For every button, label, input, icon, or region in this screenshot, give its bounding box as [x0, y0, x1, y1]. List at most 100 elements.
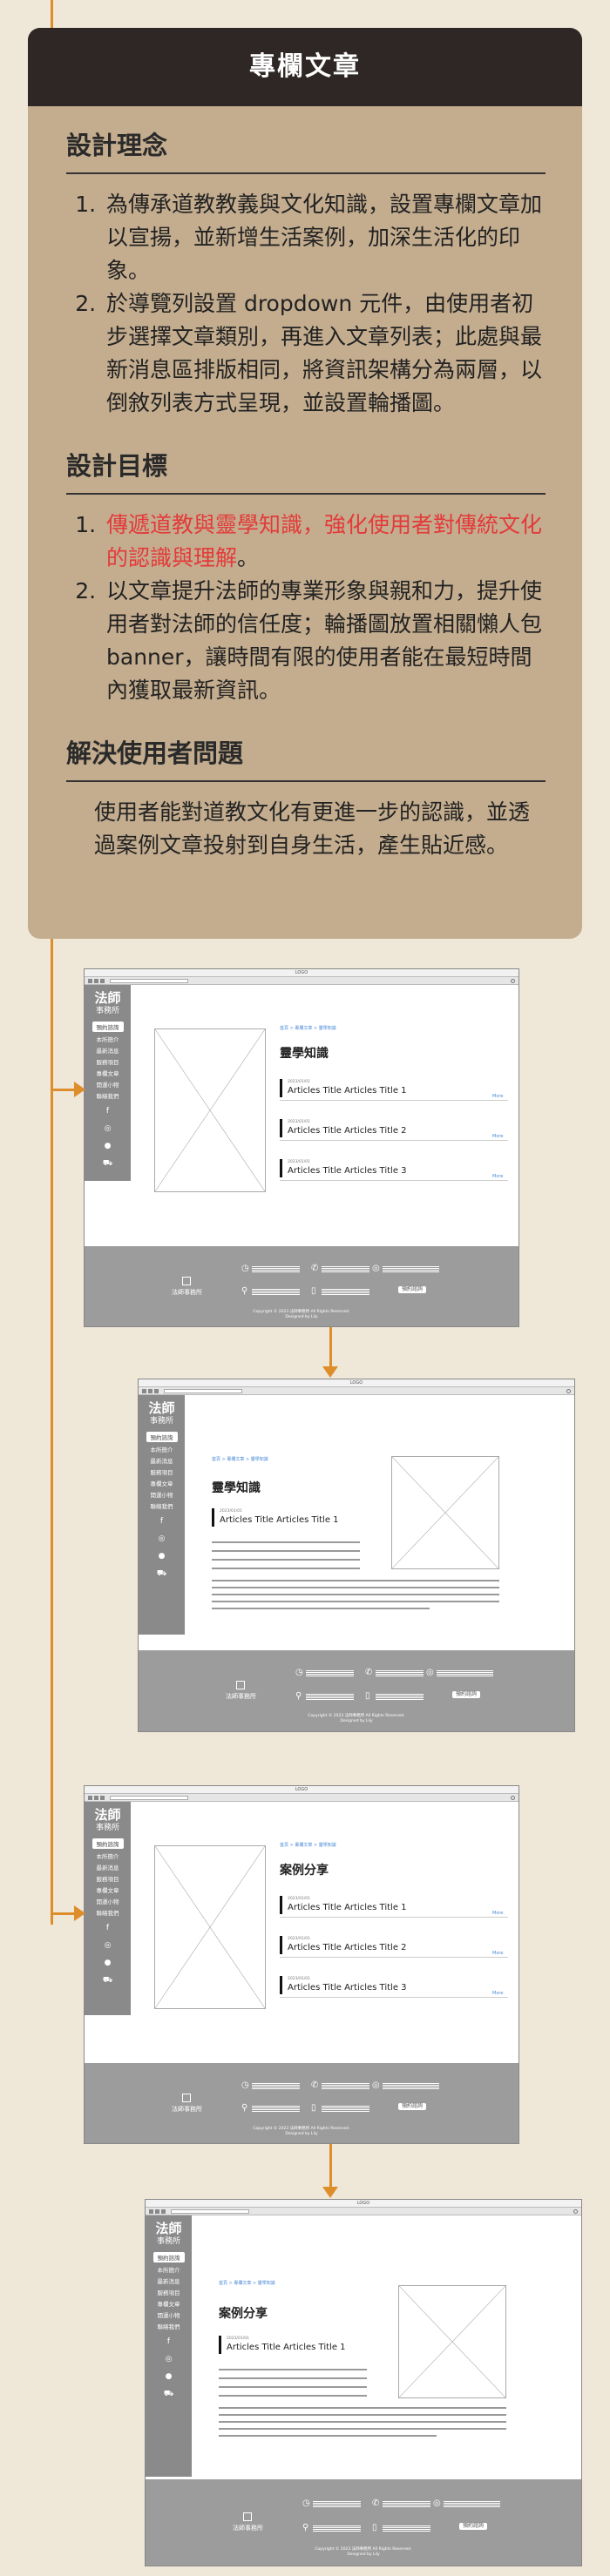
browser-toolbar	[139, 1387, 574, 1395]
site-logo: 法師	[155, 2221, 182, 2236]
divider	[280, 1957, 508, 1958]
nav-item: 最新消息	[157, 2278, 180, 2285]
user-icon: ●	[158, 1552, 166, 1561]
site-logo-sub: 事務所	[95, 1824, 119, 1832]
contact-info	[306, 1670, 354, 1677]
breadcrumb: 首頁 > 專欄文章 > 靈學知識	[280, 1843, 336, 1848]
mobile-icon: ▯	[365, 1690, 370, 1701]
contact-info	[376, 1693, 424, 1700]
clock-icon: ◷	[302, 2498, 310, 2508]
nav-item: 開運小物	[157, 2312, 180, 2319]
card-title: 專欄文章	[28, 28, 582, 106]
forward-icon	[94, 978, 98, 983]
copyright: Copyright © 2023 法師事務所 All Rights Reserv…	[315, 2547, 412, 2558]
back-icon	[149, 2208, 153, 2214]
article-title: Articles Title Articles Title 2	[288, 1943, 407, 1952]
forward-icon	[148, 1388, 152, 1393]
text-line	[212, 1541, 360, 1543]
wireframe-case-detail: LOGO 法師 事務所 預約諮詢 本所簡介 最新消息 服務項目 專欄文章 開運小物 聯絡我們 f ◎ ●…	[145, 2199, 582, 2566]
copyright: Copyright © 2023 法師事務所 All Rights Reserv…	[253, 2126, 350, 2136]
nav-item: 服務項目	[157, 2289, 180, 2296]
forward-icon	[155, 2208, 159, 2214]
footer-logo-text: 法師事務所	[172, 2105, 202, 2113]
user-problem-text: 使用者能對道教文化有更進一步的認識，並透過案例文章投射到自身生活，產生貼近感。	[94, 799, 531, 858]
article-date: 2023/01/01	[288, 1937, 310, 1941]
back-icon	[142, 1388, 146, 1393]
home-icon	[100, 978, 105, 983]
footer-booking-button: 預約諮詢	[459, 2522, 488, 2530]
nav-item: 聯絡我們	[96, 1093, 119, 1100]
contact-info	[313, 2525, 361, 2532]
site-footer: 法師事務所 ◷ ✆ ◎ ⚲ ▯ 預約諮詢 Copyright © 2023 法師事務所 All…	[85, 1246, 518, 1326]
image-placeholder	[391, 1456, 499, 1569]
design-concept-title: 設計理念	[66, 125, 546, 174]
cart-icon: ⛟	[156, 1569, 167, 1578]
list-item: 傳遞道教與靈學知識，強化使用者對傳統文化的認識與理解。	[103, 509, 546, 575]
mobile-icon: ▯	[311, 2103, 316, 2113]
search-icon	[511, 978, 515, 983]
article-item: 2023/01/01 Articles Title Articles Title …	[280, 1079, 407, 1097]
footer-booking-button: 預約諮詢	[452, 1690, 481, 1698]
wireframe-case-list: LOGO 法師 事務所 預約諮詢 本所簡介 最新消息 服務項目 專欄文章 開運小物 聯絡我們 f ◎ ●…	[84, 1785, 519, 2144]
clock-icon: ◷	[241, 1264, 249, 1274]
text-line	[219, 2377, 367, 2379]
contact-info	[322, 2106, 369, 2112]
nav-item: 本所簡介	[96, 1853, 119, 1860]
nav-item: 本所簡介	[157, 2267, 180, 2274]
browser-toolbar	[85, 1794, 518, 1802]
site-footer: 法師事務所 ◷ ✆ ◎ ⚲ ▯ 預約諮詢 Copyright © 2023 法師事務所 All…	[139, 1650, 574, 1731]
contact-info	[383, 2083, 439, 2090]
footer-logo-text: 法師事務所	[233, 2525, 263, 2532]
instagram-icon: ◎	[104, 1941, 112, 1950]
booking-button: 預約諮詢	[92, 1022, 124, 1032]
article-date: 2023/01/01	[288, 1160, 310, 1164]
contact-info	[313, 2500, 361, 2507]
search-icon	[511, 1795, 515, 1800]
window-title: LOGO	[146, 2200, 581, 2208]
article-date: 2023/01/01	[220, 1509, 242, 1514]
section-heading: 案例分享	[219, 2307, 268, 2321]
site-logo-sub: 事務所	[95, 1007, 119, 1015]
text-line	[219, 2386, 367, 2388]
more-link: More	[492, 1174, 504, 1179]
list-item: 以文章提升法師的專業形象與親和力，提升使用者對法師的信任度；輪播圖放置相關懶人包…	[103, 575, 546, 707]
list-item: 於導覽列設置 dropdown 元件，由使用者初步選擇文章類別，再進入文章列表；…	[103, 287, 546, 420]
text-line	[212, 1587, 499, 1588]
article-title: Articles Title Articles Title 3	[288, 1983, 407, 1993]
nav-item: 專欄文章	[96, 1887, 119, 1894]
nav-item: 服務項目	[96, 1876, 119, 1883]
location-icon: ⚲	[295, 1690, 302, 1701]
timeline-arrow-icon	[51, 1905, 85, 1921]
url-bar	[110, 1795, 188, 1800]
site-logo: 法師	[148, 1400, 175, 1416]
site-logo: 法師	[94, 990, 121, 1006]
location-icon: ⚲	[302, 2522, 309, 2532]
contact-info	[306, 1693, 354, 1700]
more-link: More	[492, 1951, 504, 1956]
nav-item: 開運小物	[96, 1082, 119, 1089]
cart-icon: ⛟	[163, 2390, 174, 2398]
contact-info	[322, 1266, 369, 1273]
article-item: 2023/01/01 Articles Title Articles Title …	[280, 1896, 407, 1914]
clock-icon: ◷	[295, 1668, 303, 1678]
mobile-icon: ▯	[372, 2522, 377, 2532]
window-title: LOGO	[85, 969, 518, 977]
site-logo-sub: 事務所	[156, 2237, 180, 2246]
design-goals-title: 設計目標	[66, 446, 546, 495]
divider	[280, 1140, 508, 1141]
article-item: 2023/01/01 Articles Title Articles Title …	[280, 1159, 407, 1177]
back-icon	[88, 978, 92, 983]
contact-info	[437, 1670, 493, 1677]
location-icon: ⚲	[241, 2103, 248, 2113]
text-line	[219, 2414, 506, 2416]
footer-logo-text: 法師事務所	[172, 1288, 202, 1296]
section-heading: 案例分享	[280, 1864, 329, 1878]
home-icon	[161, 2208, 166, 2214]
text-line	[212, 1580, 499, 1581]
wireframe-knowledge-detail: LOGO 法師 事務所 預約諮詢 本所簡介 最新消息 服務項目 專欄文章 開運小物 聯絡我們 f ◎ ●…	[138, 1379, 575, 1732]
forward-icon	[94, 1795, 98, 1800]
article-item: 2023/01/01 Articles Title Articles Title …	[219, 2336, 346, 2354]
footer-logo	[182, 1276, 191, 1285]
nav-item: 專欄文章	[157, 2301, 180, 2308]
cart-icon: ⛟	[102, 1976, 113, 1985]
